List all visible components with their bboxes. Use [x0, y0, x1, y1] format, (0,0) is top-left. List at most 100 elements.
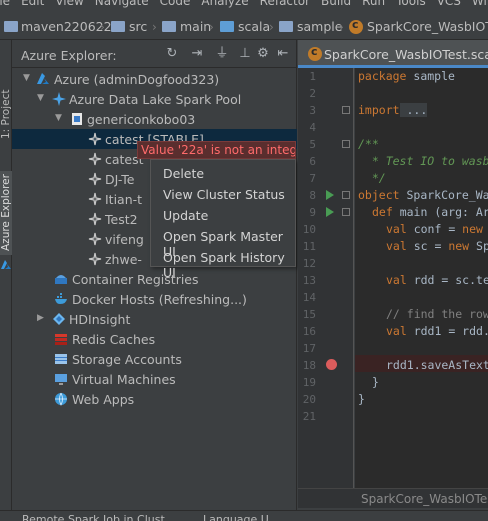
breakpoint-icon[interactable] [326, 359, 337, 370]
menu-window[interactable]: Windo [472, 0, 488, 8]
breadcrumb-separator: › [269, 20, 274, 34]
code-text: sc = [406, 239, 449, 253]
breadcrumb-src[interactable]: src [129, 19, 147, 34]
context-menu: Delete View Cluster Status Update Open S… [150, 159, 296, 280]
language-tab[interactable]: Language U [203, 513, 269, 521]
line-number: 17 [302, 342, 316, 355]
run-icon[interactable] [326, 207, 334, 217]
expand-arrow-icon[interactable]: ▼ [23, 73, 30, 83]
panel-title: Azure Explorer: [21, 48, 117, 63]
tree-item-azure[interactable]: ▼ Azure (adminDogfood323) [12, 69, 297, 89]
collapse-icon[interactable]: ⇥ [189, 46, 205, 62]
menu-refactor[interactable]: Refactor [260, 0, 310, 8]
line-number: 21 [302, 410, 316, 423]
tree-label: DJ-Te [105, 172, 135, 187]
gear-icon[interactable]: ⚙ [255, 46, 271, 62]
error-tooltip: Value '22a' is not an integer n [137, 141, 296, 159]
container-registry-icon [55, 275, 67, 284]
line-number: 15 [302, 308, 316, 321]
menu-item-delete[interactable]: Delete [163, 166, 204, 181]
line-number: 4 [309, 121, 316, 134]
spark-icon [88, 132, 102, 146]
tree-item-spark-pool[interactable]: ▼ Azure Data Lake Spark Pool [12, 89, 297, 109]
tree-item-redis-caches[interactable]: Redis Caches [12, 329, 297, 349]
menu-item-update[interactable]: Update [163, 208, 208, 223]
line-number: 6 [309, 155, 316, 168]
source-folder-icon [220, 21, 234, 32]
azure-explorer-panel: Azure Explorer: ↻ ⇥ ⏚ ⊥ ⚙ ⇤ ▼ Azure (adm… [12, 40, 297, 521]
tree-item-storage-accounts[interactable]: Storage Accounts [12, 349, 297, 369]
azure-explorer-tool-tab[interactable]: Azure Explorer [0, 171, 12, 255]
menu-code[interactable]: Code [160, 0, 191, 8]
project-folder-icon [4, 21, 18, 32]
line-number: 18 [302, 359, 316, 372]
code-line: def main (arg: Ar [372, 205, 488, 219]
fold-icon[interactable] [342, 208, 350, 216]
fold-icon[interactable] [342, 106, 350, 114]
menu-tools[interactable]: Tools [396, 0, 426, 8]
code-line: val rdd = sc.te [386, 273, 488, 287]
refresh-icon[interactable]: ↻ [164, 46, 180, 62]
menu-run[interactable]: Run [362, 0, 385, 8]
azure-explorer-header: Azure Explorer: ↻ ⇥ ⏚ ⊥ ⚙ ⇤ [12, 40, 297, 68]
expand-arrow-icon[interactable]: ▼ [37, 93, 44, 103]
editor-breadcrumb-item[interactable]: SparkCore_WasbIOTest [361, 492, 488, 506]
line-number: 7 [309, 172, 316, 185]
tree-label: Redis Caches [72, 332, 156, 347]
breadcrumb-separator: › [209, 20, 214, 34]
spark-icon [88, 152, 102, 166]
package-folder-icon [279, 21, 293, 32]
breadcrumb-sample[interactable]: sample [297, 19, 342, 34]
tree-label: Azure Data Lake Spark Pool [69, 92, 242, 107]
code-comment: */ [358, 171, 386, 185]
spark-icon [88, 172, 102, 186]
menu-item-view-cluster-status[interactable]: View Cluster Status [163, 187, 285, 202]
expand-arrow-icon[interactable]: ▼ [55, 113, 62, 123]
code-keyword: new [448, 239, 470, 253]
code-keyword: val [386, 273, 407, 287]
webapp-icon [55, 392, 67, 406]
remote-spark-job-tab[interactable]: Remote Spark Job in Clust [22, 513, 165, 521]
editor-tab[interactable]: SparkCore_WasbIOTest.scala [298, 40, 488, 68]
run-icon[interactable] [326, 190, 334, 200]
tree-item-web-apps[interactable]: Web Apps [12, 389, 297, 409]
code-text: SparkCore_Wa [399, 188, 488, 202]
editor-breadcrumb: SparkCore_WasbIOTest [298, 488, 488, 508]
line-number: 11 [302, 240, 316, 253]
tree-item-hdinsight[interactable]: ▶ HDInsight [12, 309, 297, 329]
code-keyword: def [372, 205, 393, 219]
hide-icon[interactable]: ⇤ [275, 46, 291, 62]
expand-arrow-icon[interactable]: ▶ [37, 313, 44, 323]
plug-icon[interactable]: ⏚ [214, 46, 230, 62]
menu-build[interactable]: Build [321, 0, 351, 8]
tree-label: Storage Accounts [72, 352, 182, 367]
project-tool-tab[interactable]: 1: Project [0, 86, 12, 142]
fold-icon[interactable] [342, 191, 350, 199]
menu-navigate[interactable]: Navigate [95, 0, 149, 8]
breadcrumb-scala[interactable]: scala [238, 19, 270, 34]
code-editor[interactable]: package sample import ... /** * Test IO … [355, 68, 488, 498]
menu-view[interactable]: View [55, 0, 83, 8]
menu-analyze[interactable]: Analyze [201, 0, 248, 8]
menu-vcs[interactable]: VCS [437, 0, 461, 8]
line-number: 10 [302, 223, 316, 236]
code-line: val conf = new [386, 222, 483, 236]
breadcrumb-separator: › [100, 20, 105, 34]
tree-item-docker-hosts[interactable]: Docker Hosts (Refreshing...) [12, 289, 297, 309]
spark-icon [88, 232, 102, 246]
breadcrumb-file[interactable]: SparkCore_WasbIOTest.scala [367, 19, 488, 34]
tree-item-virtual-machines[interactable]: Virtual Machines [12, 369, 297, 389]
breadcrumb-project[interactable]: maven220622 [21, 19, 112, 34]
menu-item-open-spark-history-ui[interactable]: Open Spark History UI [163, 250, 295, 280]
fold-icon[interactable] [342, 140, 350, 148]
menu-edit[interactable]: Edit [21, 0, 44, 8]
code-text: sample [406, 69, 455, 83]
folder-icon [111, 21, 125, 32]
pin-icon[interactable]: ⊥ [237, 46, 253, 62]
menu-file[interactable]: ile [0, 0, 10, 8]
breadcrumb: maven220622 › src › main › scala › sampl… [0, 12, 488, 40]
tool-window-stripe: 1: Project Azure Explorer [0, 40, 12, 521]
tree-item-workspace[interactable]: ▼ genericonkobo03 [12, 109, 297, 129]
code-folded-imports[interactable]: ... [399, 103, 428, 117]
breadcrumb-main[interactable]: main [180, 19, 211, 34]
